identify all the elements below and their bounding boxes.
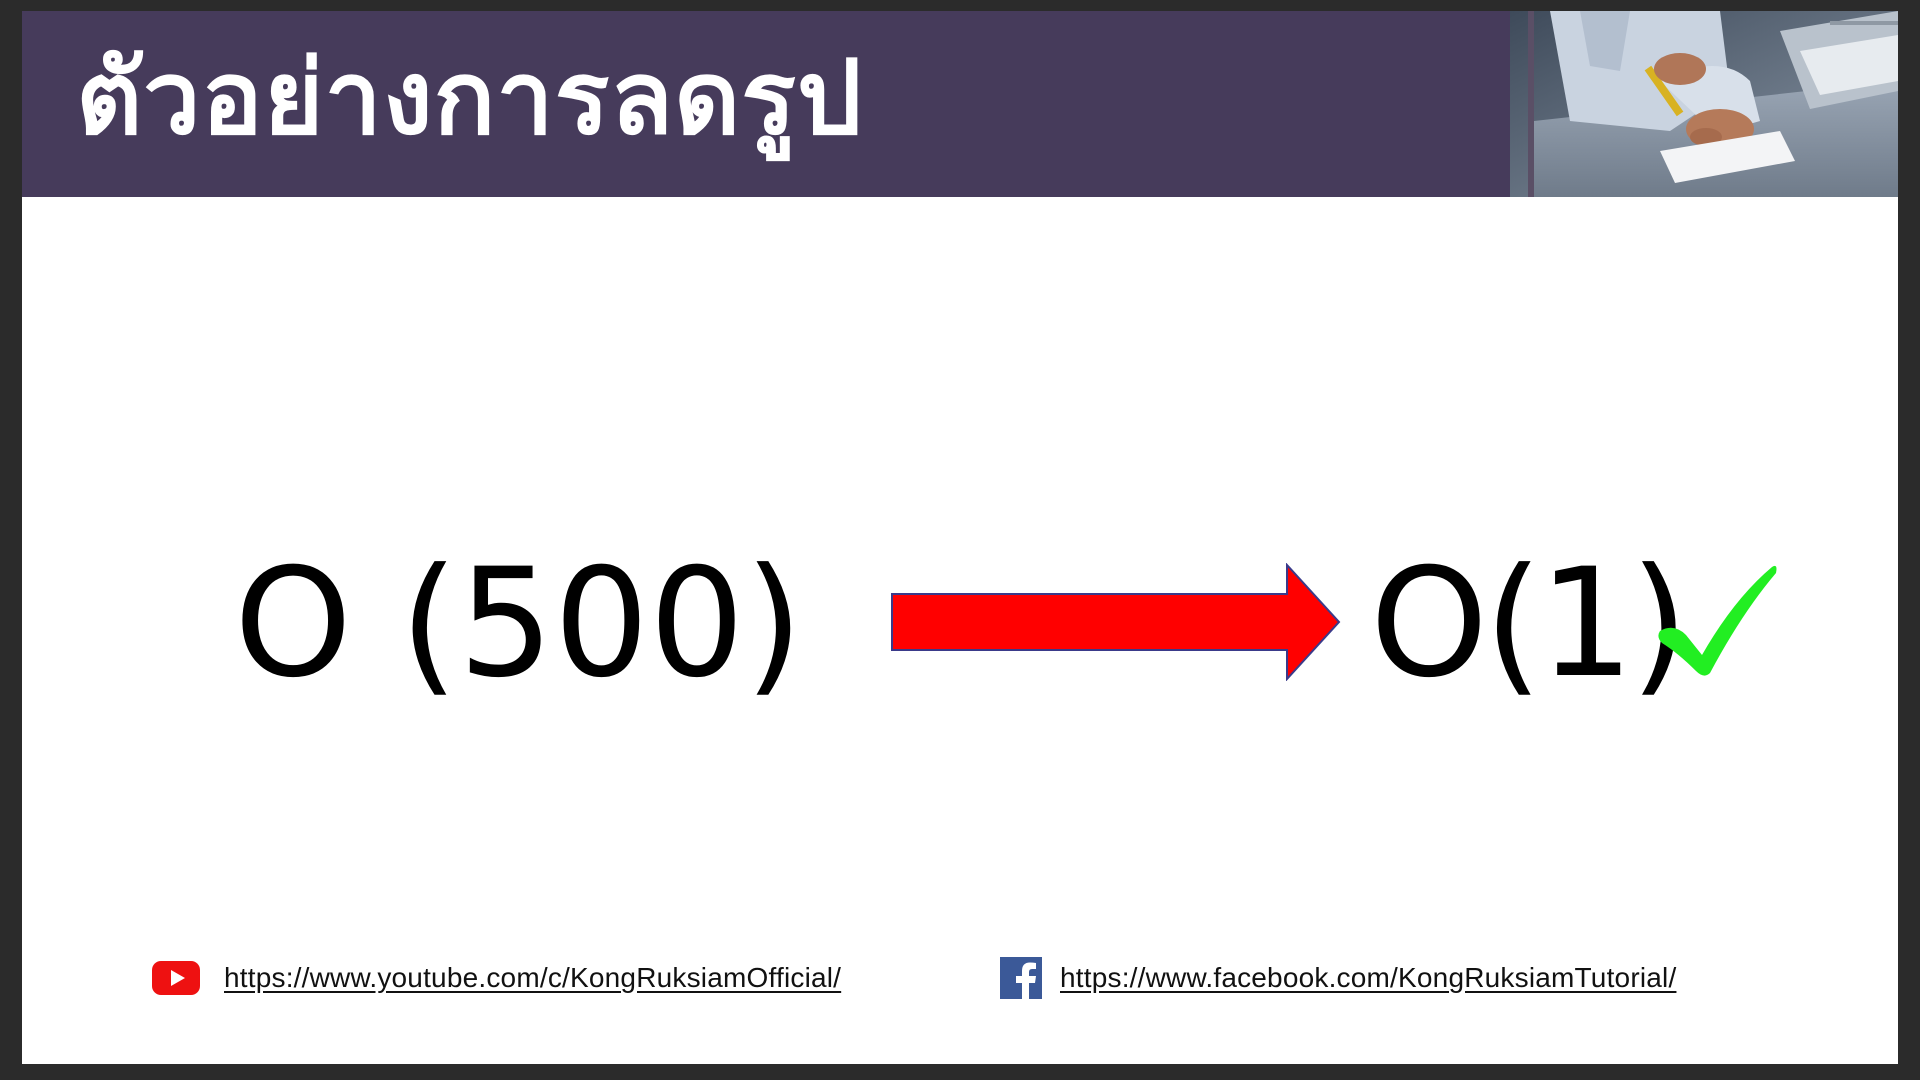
check-mark-icon — [1658, 565, 1777, 676]
youtube-link[interactable]: https://www.youtube.com/c/KongRuksiamOff… — [152, 949, 841, 1007]
facebook-link[interactable]: https://www.facebook.com/KongRuksiamTuto… — [1000, 949, 1676, 1007]
slide: ตัวอย่างการลดรูป O (500) O(1) https://ww… — [22, 11, 1898, 1064]
facebook-url[interactable]: https://www.facebook.com/KongRuksiamTuto… — [1060, 962, 1676, 994]
header-bar: ตัวอย่างการลดรูป — [22, 11, 1898, 197]
original-complexity: O (500) — [234, 537, 804, 711]
facebook-icon — [1000, 957, 1042, 999]
youtube-url[interactable]: https://www.youtube.com/c/KongRuksiamOff… — [224, 962, 841, 994]
reduced-complexity: O(1) — [1370, 537, 1689, 711]
person-writing-at-desk-photo — [1510, 11, 1898, 197]
youtube-icon — [152, 961, 200, 995]
right-arrow-icon — [891, 563, 1341, 681]
slide-title: ตัวอย่างการลดรูป — [76, 39, 863, 158]
